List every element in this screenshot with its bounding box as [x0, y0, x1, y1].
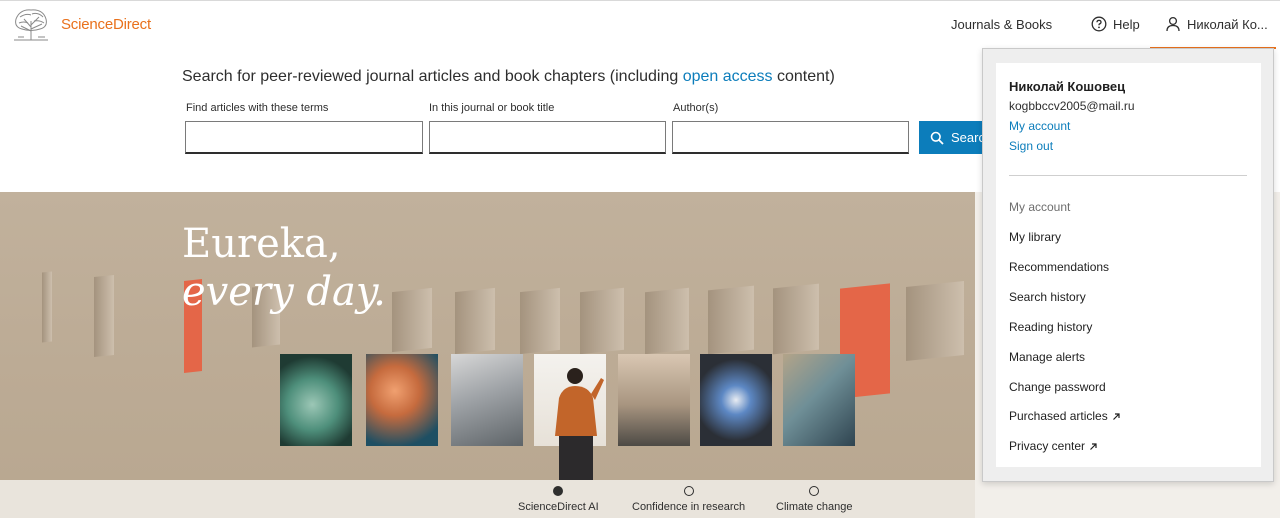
- carousel-label: Confidence in research: [632, 501, 746, 513]
- sign-out-link[interactable]: Sign out: [1009, 139, 1053, 153]
- account-name: Николай Кошовец: [1009, 79, 1126, 94]
- help-link[interactable]: Help: [1091, 16, 1140, 32]
- help-label: Help: [1113, 16, 1140, 32]
- wall-panel: [708, 285, 754, 355]
- wall-panel: [645, 287, 689, 355]
- account-dropdown: Николай Кошовец kogbbccv2005@mail.ru My …: [982, 48, 1274, 482]
- my-account-link[interactable]: My account: [1009, 119, 1070, 133]
- carousel-tab-3[interactable]: Climate change: [776, 486, 852, 513]
- menu-item-label: Manage alerts: [1009, 350, 1086, 364]
- external-link-icon: [1112, 412, 1120, 420]
- carousel-indicators: ScienceDirect AI Confidence in research …: [0, 480, 975, 518]
- menu-item-change-password[interactable]: Change password: [1009, 380, 1106, 394]
- terms-input[interactable]: [185, 121, 423, 154]
- wall-panel: [392, 287, 432, 353]
- external-link-icon: [1090, 442, 1097, 450]
- search-icon: [930, 131, 944, 145]
- help-icon: [1091, 16, 1107, 32]
- hero-title-line2: every day.: [182, 269, 386, 315]
- wall-panel: [520, 287, 560, 355]
- carousel-label: Climate change: [776, 501, 853, 513]
- headline-text: Search for peer-reviewed journal article…: [182, 68, 683, 85]
- headline-text-end: content): [772, 68, 835, 85]
- wall-panel: [42, 271, 52, 343]
- hero-banner[interactable]: Eureka, every day.: [0, 192, 975, 480]
- user-menu-button[interactable]: Николай Ко...: [1165, 16, 1268, 32]
- wall-panel: [94, 274, 114, 358]
- menu-item-search-history[interactable]: Search history: [1009, 290, 1086, 304]
- menu-item-label: Search history: [1009, 290, 1086, 304]
- menu-item-privacy-center[interactable]: Privacy center: [1009, 439, 1098, 453]
- menu-item-manage-alerts[interactable]: Manage alerts: [1009, 350, 1085, 364]
- explosion-image: [700, 354, 772, 446]
- journal-input[interactable]: [429, 121, 666, 154]
- robot-arm-image: [451, 354, 523, 446]
- menu-item-label: Recommendations: [1009, 260, 1110, 274]
- user-icon: [1166, 16, 1180, 32]
- wall-panel: [906, 280, 964, 362]
- menu-item-label: Purchased articles: [1009, 409, 1108, 423]
- hero-title-line1: Eureka,: [182, 221, 341, 267]
- carousel-tab-1[interactable]: ScienceDirect AI: [518, 486, 599, 513]
- account-email: kogbbccv2005@mail.ru: [1009, 99, 1135, 113]
- carousel-dot: [809, 486, 820, 496]
- menu-item-label: Reading history: [1009, 320, 1093, 334]
- menu-item-recommendations[interactable]: Recommendations: [1009, 260, 1109, 274]
- author-input[interactable]: [672, 121, 909, 154]
- brand-name: ScienceDirect: [61, 15, 151, 33]
- carousel-dot: [683, 486, 694, 496]
- menu-item-label: My library: [1009, 230, 1062, 244]
- menu-item-my-library[interactable]: My library: [1009, 230, 1061, 244]
- terms-label: Find articles with these terms: [186, 102, 329, 114]
- wall-panel: [773, 283, 819, 355]
- section-title: My account: [1009, 200, 1071, 214]
- logo[interactable]: ScienceDirect: [12, 7, 151, 41]
- elsevier-tree-logo-icon: [12, 7, 50, 41]
- jellyfish-image: [366, 354, 438, 446]
- menu-item-reading-history[interactable]: Reading history: [1009, 320, 1092, 334]
- user-name-label: Николай Ко...: [1187, 16, 1268, 32]
- journals-books-link[interactable]: Journals & Books: [951, 17, 1052, 32]
- open-access-link[interactable]: open access: [683, 68, 773, 85]
- menu-item-label: Change password: [1009, 380, 1106, 394]
- carousel-tab-2[interactable]: Confidence in research: [632, 486, 745, 513]
- hero-title: Eureka, every day.: [182, 220, 386, 316]
- aerial-river-image: [783, 354, 855, 446]
- wall-panel: [580, 287, 624, 355]
- industrial-plant-image: [618, 354, 690, 446]
- author-label: Author(s): [673, 102, 719, 114]
- petri-dish-image: [280, 354, 352, 446]
- account-dropdown-panel: Николай Кошовец kogbbccv2005@mail.ru My …: [996, 63, 1261, 467]
- carousel-dot-active: [553, 486, 564, 496]
- carousel-label: ScienceDirect AI: [518, 501, 599, 513]
- menu-item-purchased-articles[interactable]: Purchased articles: [1009, 409, 1121, 423]
- top-header: ScienceDirect Journals & Books Help Нико…: [0, 0, 1280, 49]
- wall-panel: [455, 287, 495, 355]
- journal-label: In this journal or book title: [429, 102, 555, 114]
- menu-item-label: Privacy center: [1009, 439, 1086, 453]
- divider: [1009, 175, 1247, 176]
- search-headline: Search for peer-reviewed journal article…: [182, 68, 835, 86]
- person-figure: [555, 368, 604, 480]
